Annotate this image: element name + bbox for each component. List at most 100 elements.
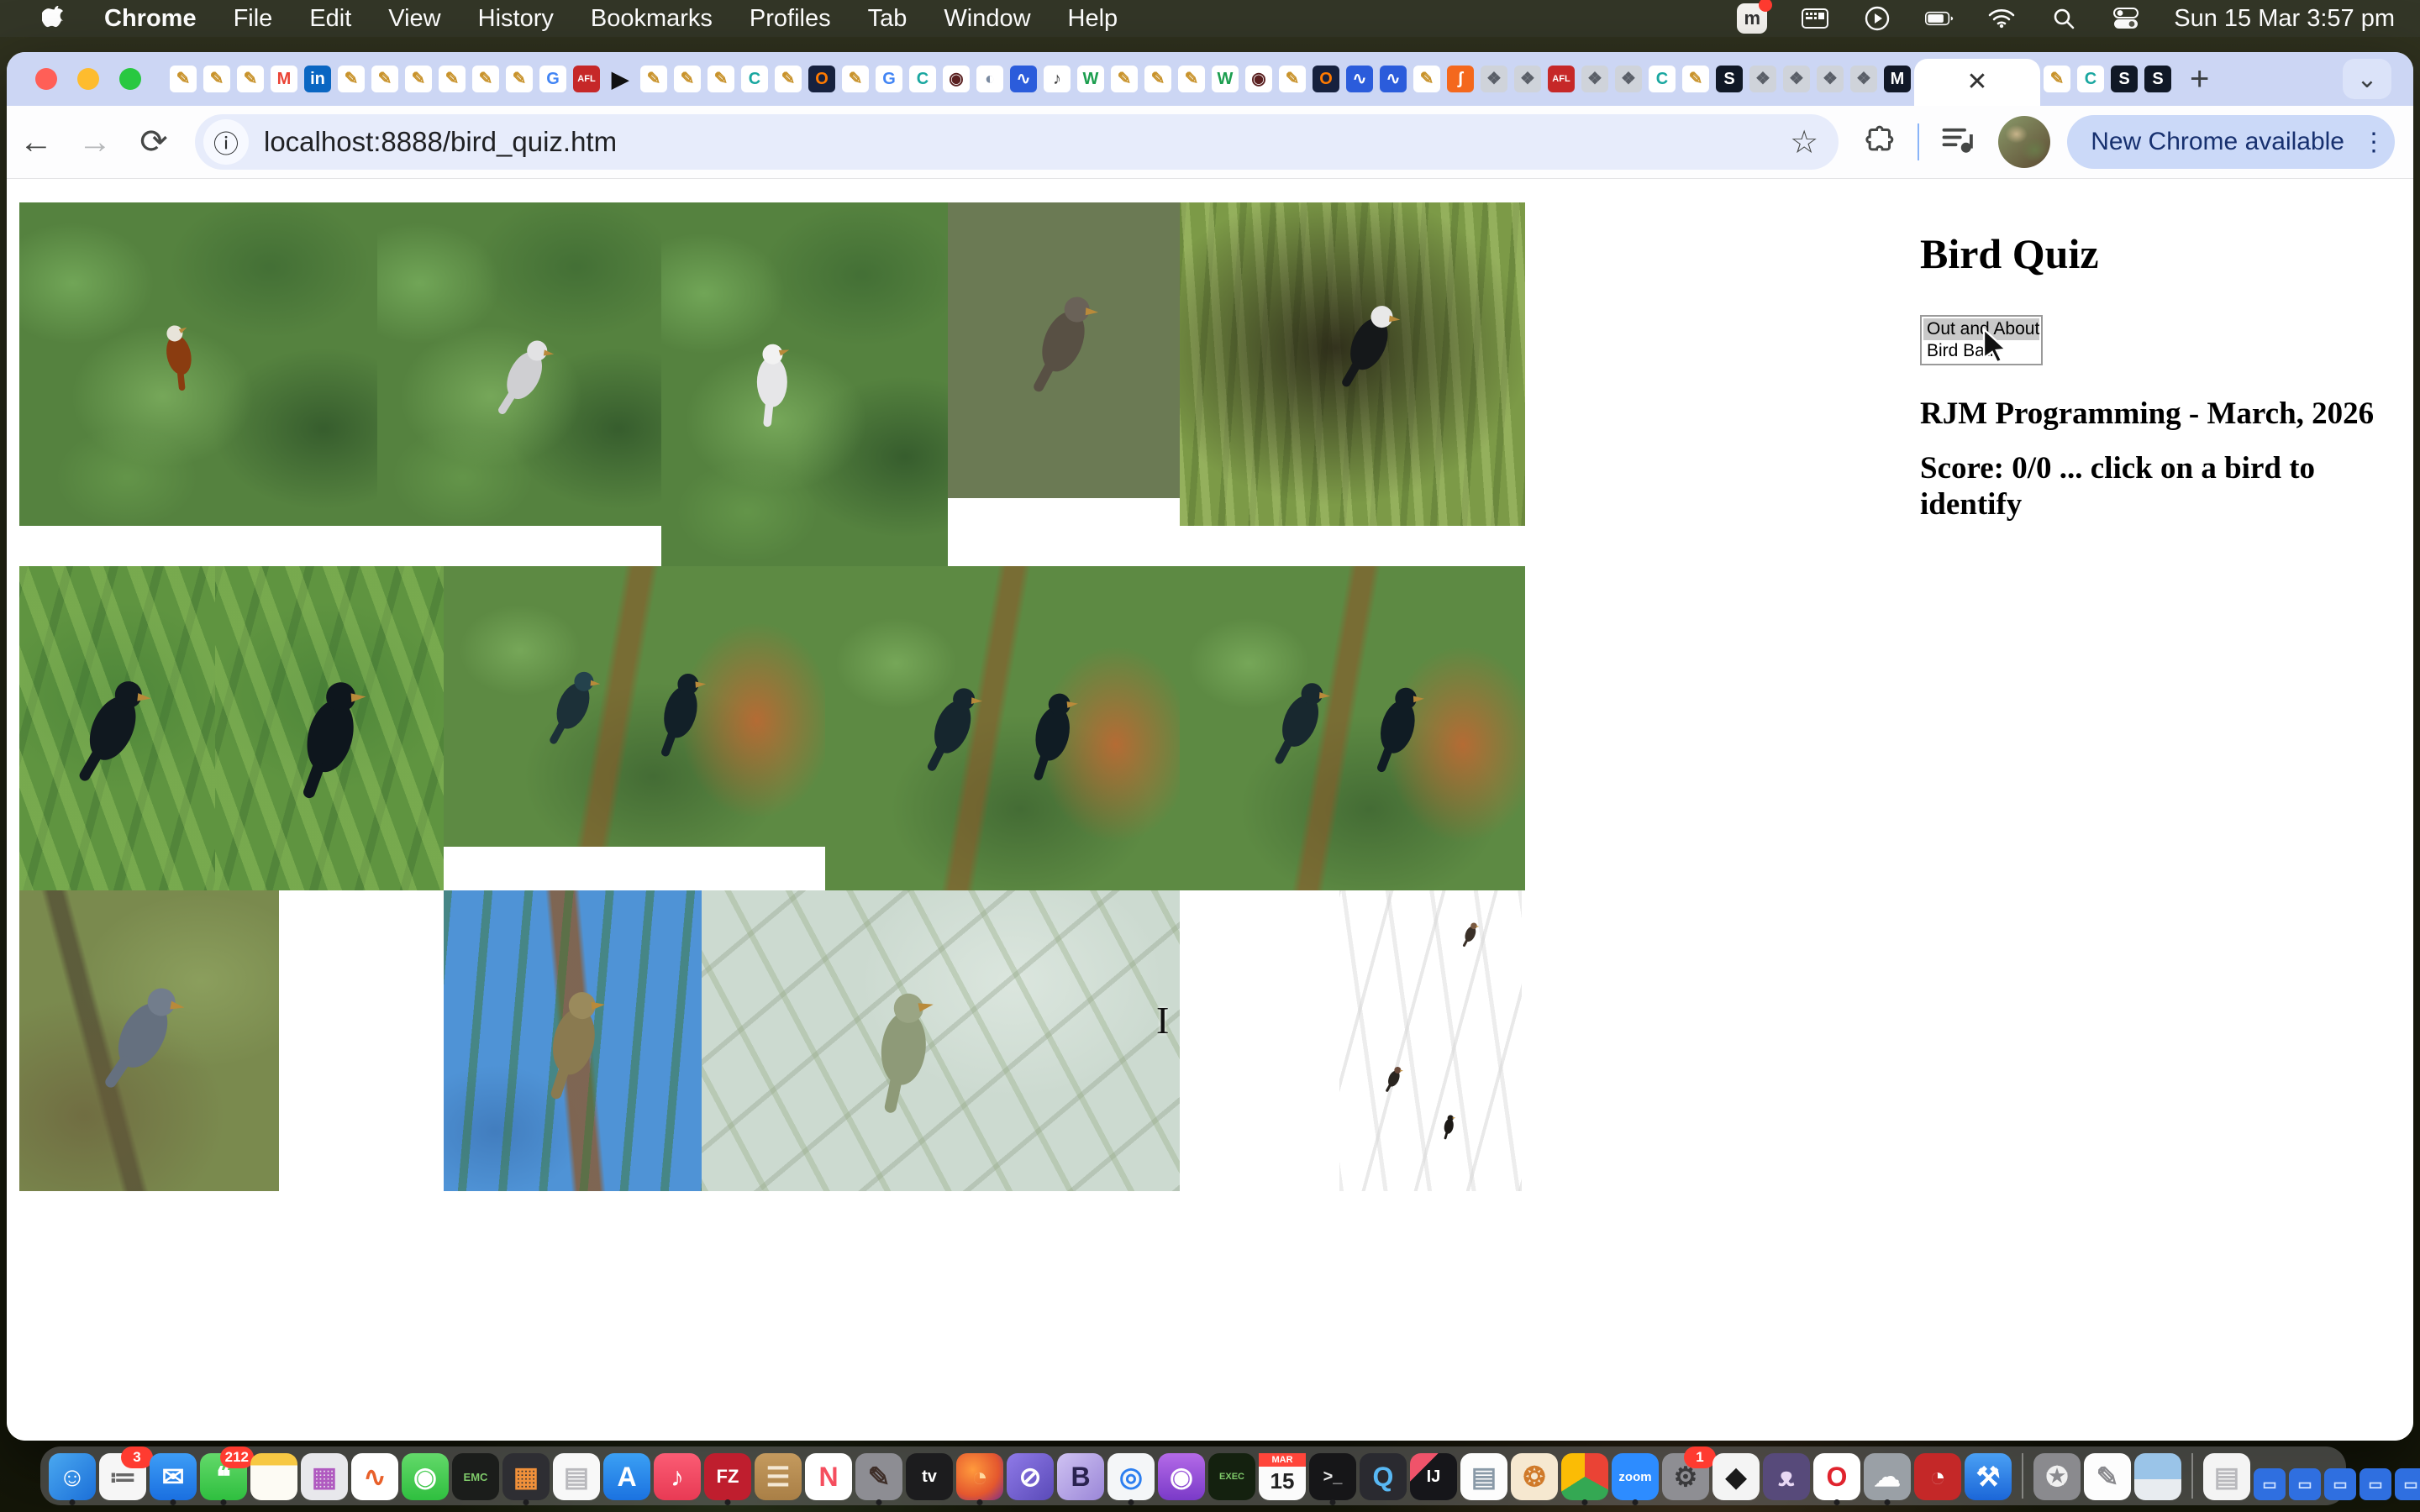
pinned-tab-s[interactable]: S bbox=[2141, 60, 2175, 98]
pinned-tab-p[interactable]: ✎ bbox=[1141, 60, 1175, 98]
dock-item-safari[interactable]: ◎ bbox=[1107, 1453, 1155, 1500]
dock-item-emc-terminal[interactable]: EMC bbox=[452, 1453, 499, 1500]
bird-photo-brahminy-kite-flying-over-trees[interactable] bbox=[19, 202, 377, 526]
dock-item-zoom[interactable]: zoom bbox=[1612, 1453, 1659, 1500]
pinned-tab-p[interactable]: ✎ bbox=[637, 60, 671, 98]
pinned-tab-abc[interactable]: ∿ bbox=[1007, 60, 1040, 98]
dock-item-inkscape[interactable]: ◆ bbox=[1712, 1453, 1760, 1500]
pinned-tab-dd[interactable]: ◉ bbox=[939, 60, 973, 98]
menubar-clock[interactable]: Sun 15 Mar 3:57 pm bbox=[2174, 5, 2395, 33]
extensions-icon[interactable] bbox=[1862, 123, 1896, 161]
pinned-tab-s[interactable]: S bbox=[2107, 60, 2141, 98]
dock-item-bbedit[interactable]: B bbox=[1057, 1453, 1104, 1500]
dock-item-moth-app[interactable]: ☁ bbox=[1864, 1453, 1911, 1500]
pinned-tab-md[interactable]: M bbox=[1881, 60, 1914, 98]
pinned-tab-p[interactable]: ✎ bbox=[200, 60, 234, 98]
battery-icon[interactable] bbox=[1925, 4, 1954, 33]
pinned-tab-gb[interactable]: ❖ bbox=[1780, 60, 1813, 98]
pinned-tab-p[interactable]: ✎ bbox=[839, 60, 872, 98]
pinned-tab-gb[interactable]: ❖ bbox=[1578, 60, 1612, 98]
dock-item-contacts[interactable]: ☰ bbox=[755, 1453, 802, 1500]
dock-item-minimized-window[interactable]: ▭ bbox=[2254, 1468, 2286, 1500]
wifi-icon[interactable] bbox=[1987, 4, 2016, 33]
dock-item-podcasts[interactable]: ◉ bbox=[1158, 1453, 1205, 1500]
dock-item-gauge-app[interactable]: ◔ bbox=[1914, 1453, 1961, 1500]
minimize-window-button[interactable] bbox=[77, 68, 99, 90]
active-tab[interactable]: ✕ bbox=[1914, 59, 2040, 106]
dock-item-terminal[interactable]: >_ bbox=[1309, 1453, 1356, 1500]
url-text[interactable]: localhost:8888/bird_quiz.htm bbox=[264, 126, 617, 158]
bird-photo-tawny-frogmouth-on-tree-trunk[interactable] bbox=[948, 202, 1180, 498]
menubar-app-name[interactable]: Chrome bbox=[104, 5, 197, 33]
pinned-tab-gl[interactable]: ◐ bbox=[973, 60, 1007, 98]
dock-item-gimp[interactable]: ✎ bbox=[855, 1453, 902, 1500]
bird-photo-grey-goshawk-perched-on-stump[interactable] bbox=[377, 202, 661, 526]
menu-history[interactable]: History bbox=[478, 5, 554, 33]
menu-tab[interactable]: Tab bbox=[868, 5, 908, 33]
forward-button[interactable]: → bbox=[66, 123, 124, 161]
pinned-tab-o[interactable]: O bbox=[1309, 60, 1343, 98]
dock-item-minimized-window[interactable]: ▭ bbox=[2289, 1468, 2321, 1500]
pinned-tab-p[interactable]: ✎ bbox=[704, 60, 738, 98]
reload-button[interactable]: ⟳ bbox=[124, 123, 183, 161]
dock-item-libreoffice[interactable]: ▤ bbox=[1460, 1453, 1507, 1500]
pinned-tab-sp[interactable]: ♪ bbox=[1040, 60, 1074, 98]
tab-search-chevron-icon[interactable]: ⌄ bbox=[2343, 59, 2391, 99]
bird-photo-cuckoo-shrike-on-branch[interactable] bbox=[19, 890, 279, 1191]
close-window-button[interactable] bbox=[35, 68, 57, 90]
pinned-tab-ob[interactable]: ʃ bbox=[1444, 60, 1477, 98]
dock-item-system-settings[interactable]: ⚙1 bbox=[1662, 1453, 1709, 1500]
bird-photo-spangled-drongo-closeup-front[interactable] bbox=[215, 566, 444, 890]
pinned-tab-gb[interactable]: ❖ bbox=[1511, 60, 1544, 98]
pinned-tab-g[interactable]: G bbox=[536, 60, 570, 98]
bird-photo-two-drongos-on-branch-flowers-2[interactable] bbox=[825, 566, 1180, 890]
bird-photo-magpie-in-long-grass[interactable] bbox=[1180, 202, 1525, 526]
pinned-tab-o[interactable]: O bbox=[805, 60, 839, 98]
mail-status-icon[interactable]: m bbox=[1737, 3, 1767, 34]
dock-item-graphs[interactable]: ∿ bbox=[351, 1453, 398, 1500]
site-info-icon[interactable]: ⓘ bbox=[203, 119, 249, 165]
dock-item-firefox[interactable]: ◔ bbox=[956, 1453, 1003, 1500]
dock-item-quicktime[interactable]: Q bbox=[1360, 1453, 1407, 1500]
pinned-tab-p[interactable]: ✎ bbox=[435, 60, 469, 98]
zoom-window-button[interactable] bbox=[119, 68, 141, 90]
bookmark-star-icon[interactable]: ☆ bbox=[1790, 123, 1818, 161]
dock-item-finder[interactable]: ☺ bbox=[49, 1453, 96, 1500]
menu-edit[interactable]: Edit bbox=[309, 5, 351, 33]
dock-item-mail[interactable]: ✉ bbox=[150, 1453, 197, 1500]
dock-item-notes-doc[interactable]: ✎ bbox=[2084, 1453, 2131, 1500]
pinned-tab-p[interactable]: ✎ bbox=[469, 60, 502, 98]
dock-item-calculator[interactable]: ▦ bbox=[502, 1453, 550, 1500]
pinned-tab-afl[interactable]: AFL bbox=[1544, 60, 1578, 98]
bird-photo-small-birds-on-twigs-valley[interactable] bbox=[1339, 890, 1522, 1191]
pinned-tab-dd[interactable]: ◉ bbox=[1242, 60, 1276, 98]
keyboard-status-icon[interactable] bbox=[1801, 4, 1829, 33]
dock-item-intellij[interactable]: IJ bbox=[1410, 1453, 1457, 1500]
pinned-tab-w[interactable]: W bbox=[1208, 60, 1242, 98]
dock-item-filezilla[interactable]: FZ bbox=[704, 1453, 751, 1500]
dock-item-preview-photo[interactable] bbox=[2134, 1453, 2181, 1500]
dock-item-blocked-app[interactable]: ⊘ bbox=[1007, 1453, 1054, 1500]
dock-item-minimized-window[interactable]: ▭ bbox=[2395, 1468, 2420, 1500]
pinned-tab-p[interactable]: ✎ bbox=[771, 60, 805, 98]
apple-menu-icon[interactable] bbox=[39, 4, 67, 33]
pinned-tab-m[interactable]: M bbox=[267, 60, 301, 98]
pinned-tab-p[interactable]: ✎ bbox=[502, 60, 536, 98]
dock-item-launchpad[interactable]: ▦ bbox=[301, 1453, 348, 1500]
pinned-tab-p[interactable]: ✎ bbox=[1107, 60, 1141, 98]
close-tab-icon[interactable]: ✕ bbox=[1966, 70, 1987, 95]
dock-item-textedit[interactable]: ▤ bbox=[553, 1453, 600, 1500]
bird-photo-two-drongos-on-branch-flowers[interactable] bbox=[444, 566, 825, 847]
menu-profiles[interactable]: Profiles bbox=[750, 5, 831, 33]
new-tab-button[interactable]: + bbox=[2190, 60, 2209, 98]
pinned-tab-p[interactable]: ✎ bbox=[671, 60, 704, 98]
menu-view[interactable]: View bbox=[388, 5, 440, 33]
pinned-tab-gb[interactable]: ❖ bbox=[1612, 60, 1645, 98]
dock-item-minimized-window[interactable]: ▭ bbox=[2360, 1468, 2391, 1500]
dock-item-calendar[interactable]: MAR15 bbox=[1259, 1453, 1306, 1500]
pinned-tab-w[interactable]: W bbox=[1074, 60, 1107, 98]
dock-item-document-file[interactable]: ▤ bbox=[2203, 1453, 2250, 1500]
pinned-tab-gb[interactable]: ❖ bbox=[1477, 60, 1511, 98]
dock-item-xcode[interactable]: ⚒ bbox=[1965, 1453, 2012, 1500]
menu-help[interactable]: Help bbox=[1068, 5, 1118, 33]
